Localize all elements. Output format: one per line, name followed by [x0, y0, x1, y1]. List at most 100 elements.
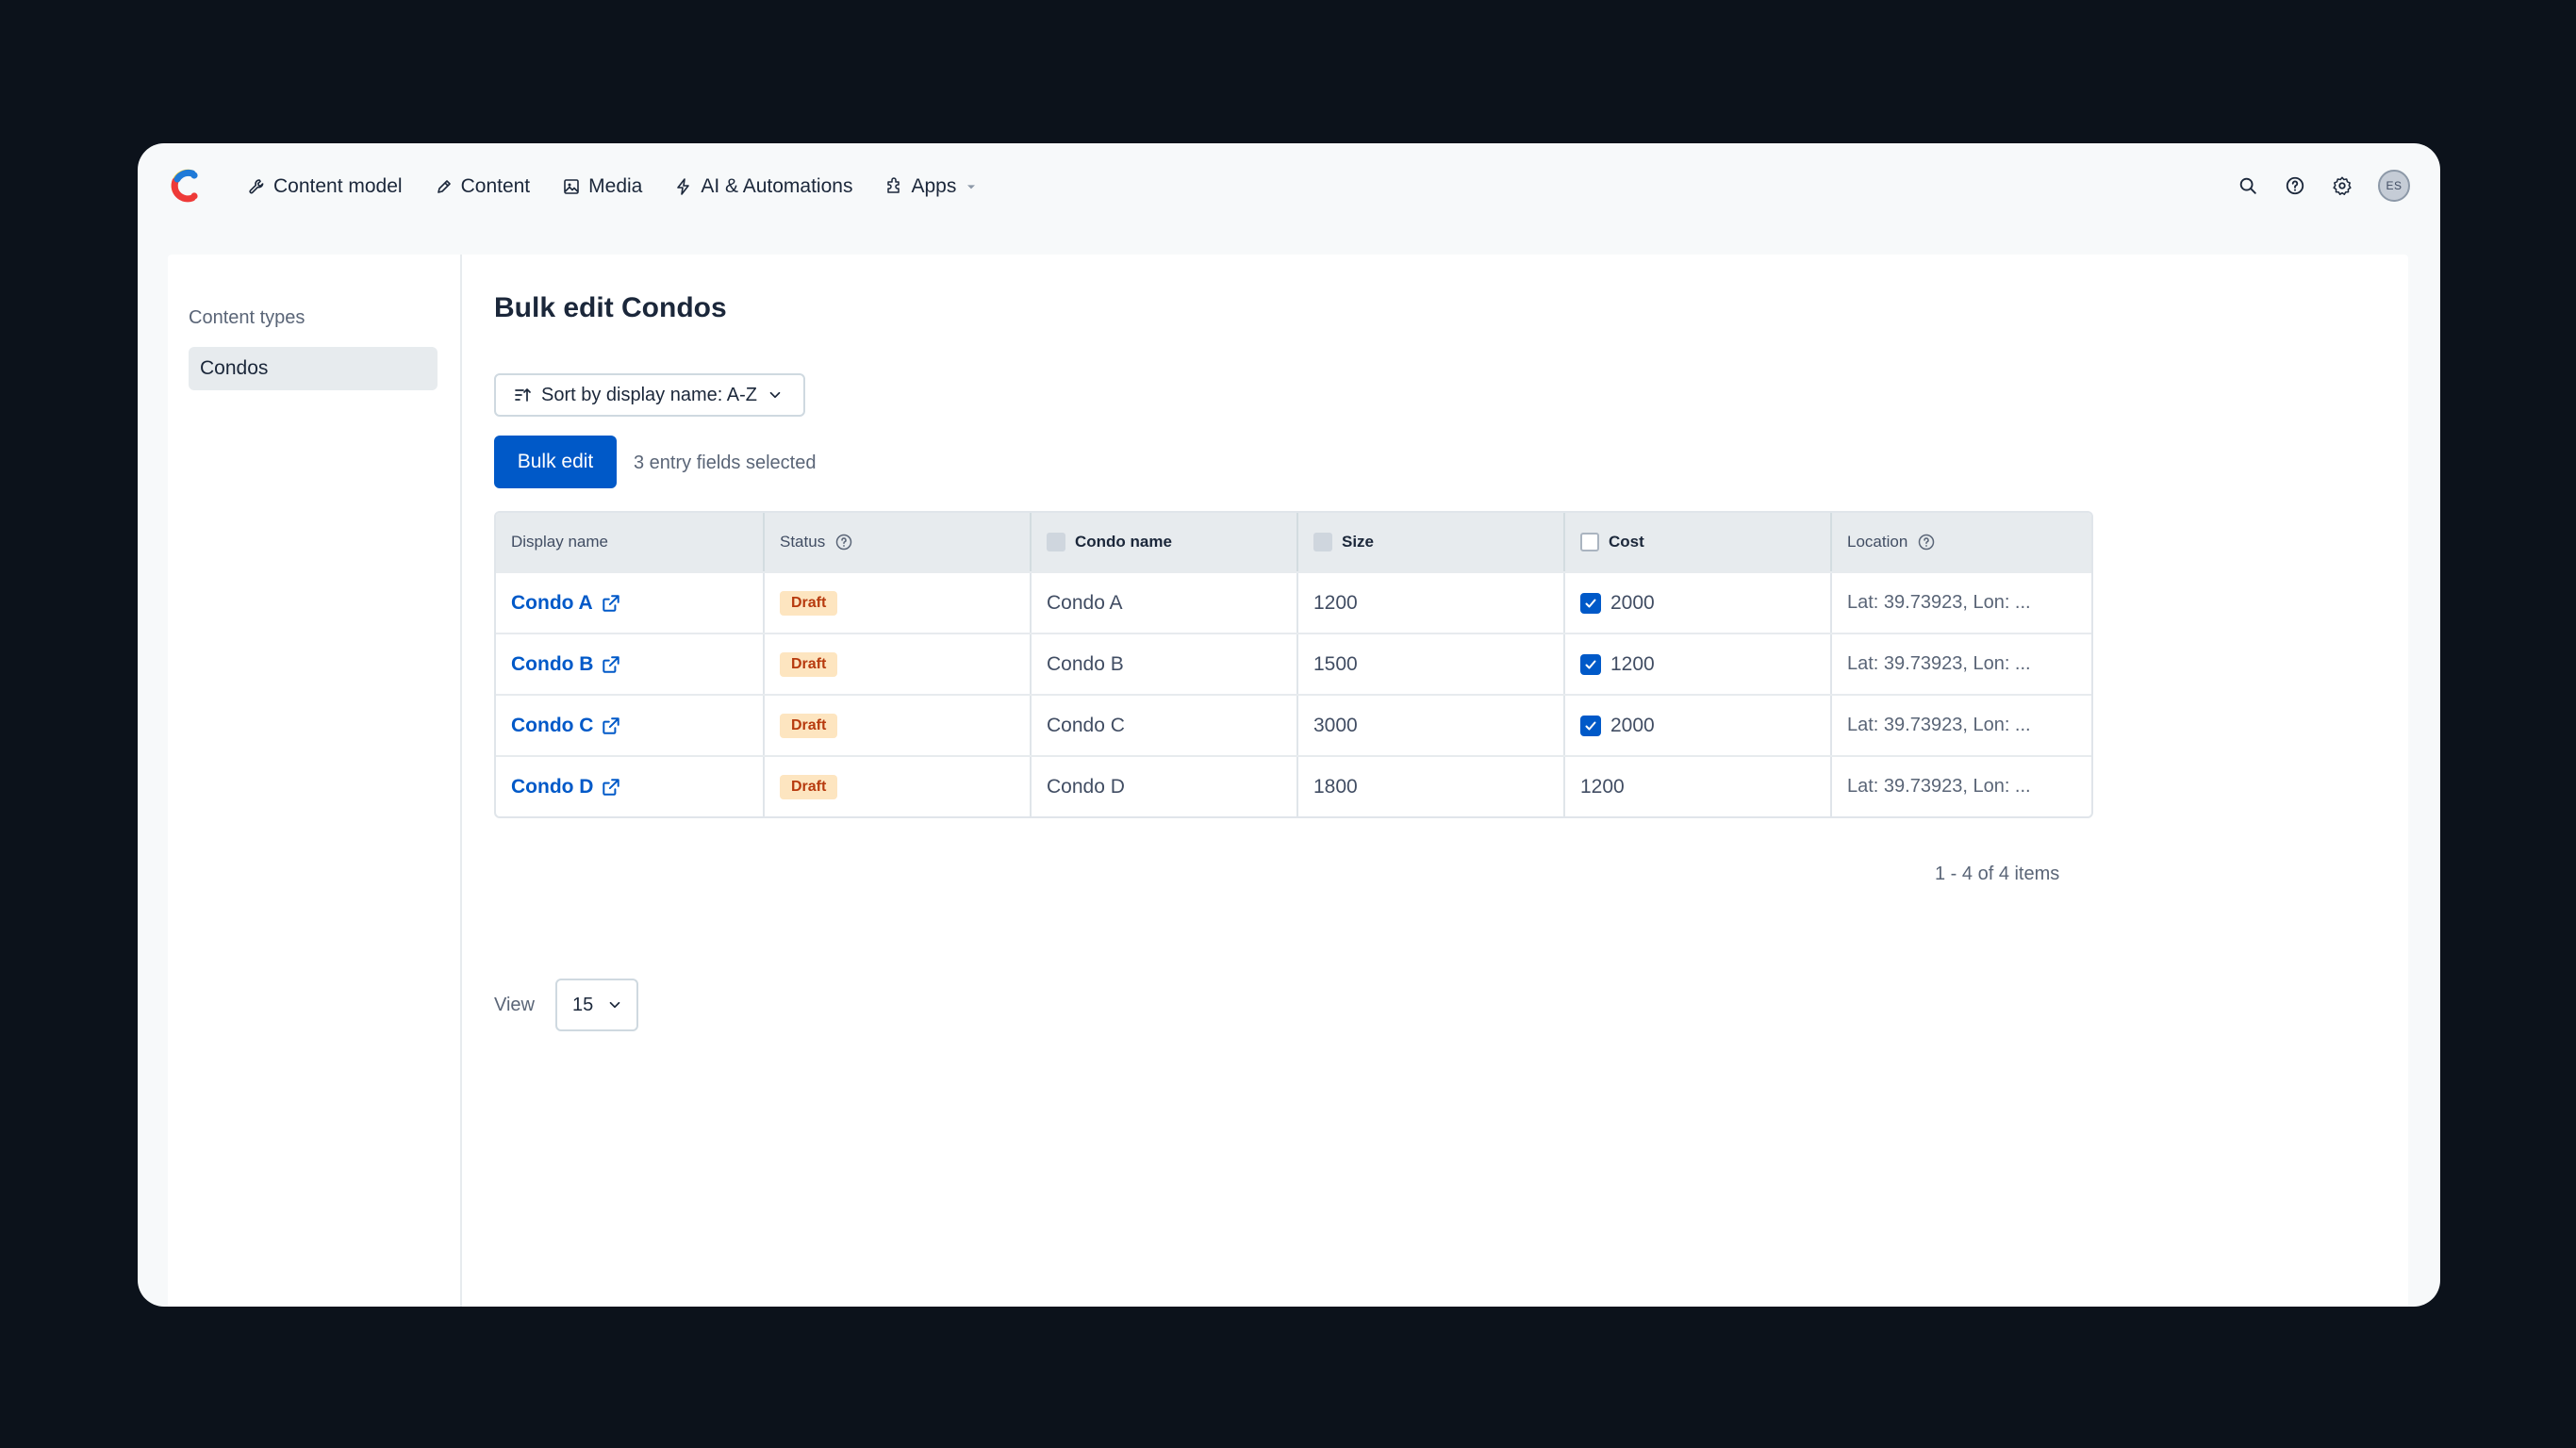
entry-link[interactable]: Condo C	[511, 715, 621, 737]
page-size-control: View 15	[494, 979, 638, 1031]
external-link-icon	[603, 778, 620, 796]
nav-media[interactable]: Media	[562, 175, 642, 198]
checkmark-icon	[1585, 599, 1596, 607]
cell-display-name: Condo B	[496, 634, 763, 694]
cell-condo-name[interactable]: Condo B	[1030, 634, 1296, 694]
cell-status: Draft	[763, 573, 1030, 633]
cell-location[interactable]: Lat: 39.73923, Lon: ...	[1830, 696, 2091, 755]
sidebar-heading: Content types	[189, 307, 305, 328]
cell-size[interactable]: 1500	[1296, 634, 1563, 694]
cell-status: Draft	[763, 757, 1030, 816]
header-checkbox-condo-name[interactable]	[1047, 533, 1065, 551]
status-badge: Draft	[780, 590, 838, 616]
cost-checkbox-checked[interactable]	[1580, 592, 1601, 614]
header-size-label: Size	[1342, 533, 1375, 551]
cell-size[interactable]: 1200	[1296, 573, 1563, 633]
main-panel: Content types Condos Bulk edit Condos So…	[168, 255, 2408, 1307]
user-avatar[interactable]: ES	[2378, 170, 2410, 202]
search-icon[interactable]	[2237, 174, 2259, 197]
help-circle-icon[interactable]	[834, 533, 853, 551]
cell-size[interactable]: 3000	[1296, 696, 1563, 755]
entry-link-label: Condo D	[511, 775, 594, 798]
cell-display-name: Condo D	[496, 757, 763, 816]
pen-icon	[437, 180, 451, 193]
nav-content-model[interactable]: Content model	[247, 175, 403, 198]
sort-label: Sort by display name: A-Z	[541, 384, 757, 405]
page-title: Bulk edit Condos	[494, 292, 727, 323]
gear-icon[interactable]	[2331, 174, 2353, 197]
cost-value: 2000	[1610, 591, 1655, 614]
header-condo-name-label: Condo name	[1075, 533, 1172, 551]
cell-cost[interactable]: 2000	[1563, 573, 1830, 633]
checkmark-icon	[1585, 660, 1596, 668]
external-link-icon	[603, 594, 619, 612]
entry-link-label: Condo C	[511, 714, 594, 736]
pagination-summary: 1 - 4 of 4 items	[1935, 864, 2060, 884]
entry-link-label: Condo A	[511, 591, 593, 614]
nav-apps-label: Apps	[911, 175, 957, 197]
cell-condo-name[interactable]: Condo A	[1030, 573, 1296, 633]
cell-location[interactable]: Lat: 39.73923, Lon: ...	[1830, 573, 2091, 633]
help-circle-icon[interactable]	[1917, 533, 1936, 551]
cost-value: 1200	[1610, 652, 1655, 675]
page-size-select[interactable]: 15	[555, 979, 638, 1031]
contentful-logo-icon[interactable]	[170, 168, 202, 204]
cell-cost[interactable]: 2000	[1563, 696, 1830, 755]
cell-display-name: Condo A	[496, 573, 763, 633]
status-badge: Draft	[780, 774, 838, 799]
view-label: View	[494, 994, 535, 1015]
page-size-value: 15	[572, 994, 594, 1015]
content-types-sidebar: Content types Condos	[168, 255, 462, 1307]
header-location-label: Location	[1847, 533, 1908, 551]
cell-condo-name[interactable]: Condo C	[1030, 696, 1296, 755]
cost-checkbox-checked[interactable]	[1580, 715, 1601, 736]
top-navigation: Content model Content Media AI & Automat…	[138, 143, 2440, 255]
nav-apps[interactable]: Apps	[884, 175, 979, 198]
header-display-name-label: Display name	[511, 533, 608, 551]
nav-content-model-label: Content model	[273, 175, 403, 197]
entry-link[interactable]: Condo B	[511, 653, 621, 676]
bulk-edit-content: Bulk edit Condos Sort by display name: A…	[494, 255, 2408, 1307]
header-display-name: Display name	[496, 513, 763, 571]
cost-checkbox-checked[interactable]	[1580, 653, 1601, 675]
header-location: Location	[1830, 513, 2091, 571]
cell-condo-name[interactable]: Condo D	[1030, 757, 1296, 816]
entry-link[interactable]: Condo A	[511, 592, 621, 615]
entry-link-label: Condo B	[511, 652, 594, 675]
cell-display-name: Condo C	[496, 696, 763, 755]
header-status-label: Status	[780, 533, 826, 551]
cell-cost[interactable]: 1200	[1563, 757, 1830, 816]
chevron-down-icon	[609, 1001, 620, 1009]
sort-dropdown[interactable]: Sort by display name: A-Z	[494, 373, 805, 417]
status-badge: Draft	[780, 713, 838, 738]
nav-content[interactable]: Content	[435, 175, 530, 198]
table-header-row: Display name Status Condo name Size Cost…	[496, 513, 2091, 571]
main-nav: Content model Content Media AI & Automat…	[247, 143, 979, 230]
lightning-icon	[677, 178, 690, 195]
cell-location[interactable]: Lat: 39.73923, Lon: ...	[1830, 757, 2091, 816]
status-badge: Draft	[780, 651, 838, 677]
selection-count-text: 3 entry fields selected	[634, 452, 817, 473]
wrench-icon	[249, 179, 264, 194]
sidebar-item-condos[interactable]: Condos	[189, 347, 438, 390]
help-icon[interactable]	[2284, 174, 2306, 197]
cost-value: 1200	[1580, 775, 1625, 798]
nav-ai-automations[interactable]: AI & Automations	[674, 175, 852, 198]
header-status: Status	[763, 513, 1030, 571]
cell-location[interactable]: Lat: 39.73923, Lon: ...	[1830, 634, 2091, 694]
entry-link[interactable]: Condo D	[511, 776, 621, 798]
entries-table: Display name Status Condo name Size Cost…	[494, 511, 2093, 818]
header-checkbox-cost[interactable]	[1580, 533, 1599, 551]
table-row: Condo B Draft Condo B 1500 1200 Lat: 39.…	[496, 633, 2091, 694]
cell-cost[interactable]: 1200	[1563, 634, 1830, 694]
caret-down-icon	[967, 185, 976, 189]
cell-size[interactable]: 1800	[1296, 757, 1563, 816]
table-row: Condo C Draft Condo C 3000 2000 Lat: 39.…	[496, 694, 2091, 755]
checkmark-icon	[1585, 721, 1596, 730]
header-checkbox-size[interactable]	[1313, 533, 1332, 551]
external-link-icon	[603, 655, 620, 673]
bulk-edit-button[interactable]: Bulk edit	[494, 436, 617, 488]
external-link-icon	[603, 716, 620, 734]
chevron-down-icon	[769, 391, 781, 399]
cell-status: Draft	[763, 696, 1030, 755]
